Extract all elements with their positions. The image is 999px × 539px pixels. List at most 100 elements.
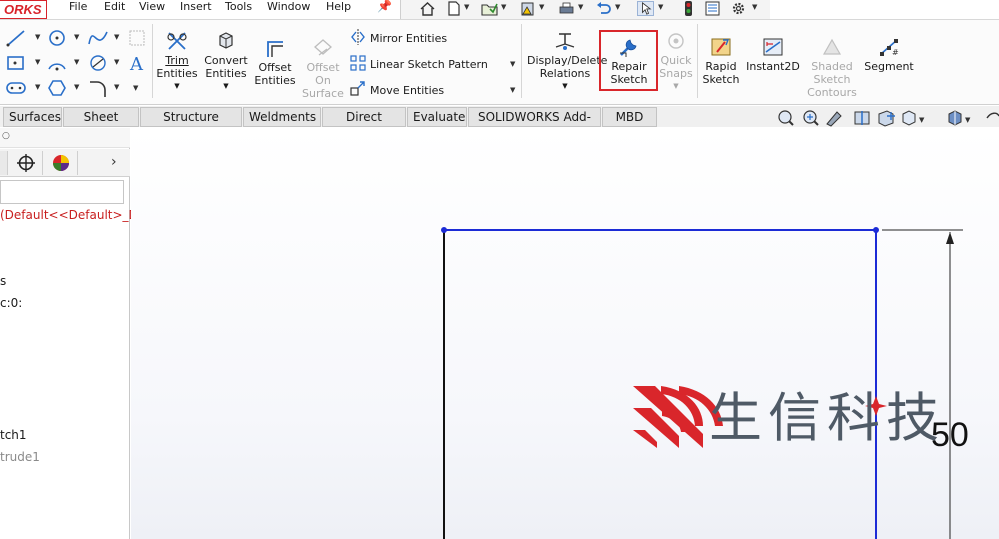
- instant2d-button[interactable]: Instant2D: [746, 36, 800, 73]
- tree-item-c0[interactable]: c:0:: [0, 296, 22, 310]
- chevron-down-icon[interactable]: ▼: [35, 33, 40, 41]
- chevron-down-icon[interactable]: ▼: [919, 116, 925, 124]
- solidworks-logo[interactable]: ORKS: [0, 0, 47, 19]
- sketch-fillet-icon[interactable]: [87, 78, 109, 98]
- zoom-to-area-icon[interactable]: [803, 110, 819, 126]
- slot-icon[interactable]: [5, 78, 27, 98]
- tab-surfaces[interactable]: Surfaces: [3, 107, 62, 127]
- mirror-entities-button[interactable]: Mirror Entities: [350, 29, 447, 47]
- tab-display-manager[interactable]: [44, 151, 78, 175]
- dynamic-annotation-icon[interactable]: [878, 110, 895, 127]
- tree-item-extrude[interactable]: trude1: [0, 450, 40, 464]
- hide-show-items-icon[interactable]: [986, 112, 999, 119]
- line-icon[interactable]: [5, 28, 27, 48]
- linear-sketch-pattern-button[interactable]: Linear Sketch Pattern: [350, 55, 488, 73]
- new-document-icon[interactable]: [445, 1, 462, 16]
- chevron-down-icon[interactable]: ▼: [752, 3, 757, 11]
- trim-entities-button[interactable]: Trim Entities ▼: [156, 30, 198, 93]
- file-properties-icon[interactable]: [704, 1, 721, 16]
- chevron-down-icon[interactable]: ▼: [35, 83, 40, 91]
- move-entities-button[interactable]: Move Entities: [350, 81, 444, 99]
- chevron-down-icon[interactable]: ▼: [657, 80, 695, 93]
- tab-feature-tree[interactable]: [0, 151, 8, 175]
- chevron-down-icon[interactable]: ▼: [202, 80, 250, 93]
- menu-tools[interactable]: Tools: [225, 0, 252, 19]
- chevron-right-icon[interactable]: ›: [111, 154, 117, 170]
- offset-entities-button[interactable]: Offset Entities: [253, 37, 297, 87]
- segment-button[interactable]: # Segment: [862, 36, 916, 73]
- menu-edit[interactable]: Edit: [104, 0, 125, 19]
- tab-structure-system[interactable]: Structure System: [140, 107, 242, 142]
- chevron-down-icon[interactable]: ▼: [510, 86, 515, 94]
- quick-snaps-button[interactable]: Quick Snaps ▼: [657, 30, 695, 93]
- tab-weldments[interactable]: Weldments: [243, 107, 321, 127]
- undo-icon[interactable]: [595, 1, 612, 16]
- sketch-endpoint[interactable]: [873, 227, 879, 233]
- save-warning-icon[interactable]: [519, 1, 536, 16]
- tree-filter-input[interactable]: [0, 180, 124, 204]
- home-icon[interactable]: [419, 1, 436, 16]
- chevron-down-icon[interactable]: ▼: [74, 83, 79, 91]
- dimension-value[interactable]: 50: [931, 416, 969, 454]
- select-cursor-icon[interactable]: [637, 1, 654, 16]
- spline-icon[interactable]: [87, 28, 109, 48]
- menu-window[interactable]: Window: [267, 0, 310, 19]
- tree-configuration-label[interactable]: (Default<<Default>_D: [0, 208, 138, 222]
- sketch-point-icon[interactable]: [87, 53, 109, 73]
- menu-help[interactable]: Help: [326, 0, 351, 19]
- polygon-icon[interactable]: [46, 78, 68, 98]
- menu-file[interactable]: File: [69, 0, 87, 19]
- menu-insert[interactable]: Insert: [180, 0, 212, 19]
- pin-icon[interactable]: ○: [2, 131, 10, 141]
- chevron-down-icon[interactable]: ▼: [156, 80, 198, 93]
- chevron-down-icon[interactable]: ▼: [527, 80, 603, 93]
- chevron-down-icon[interactable]: ▼: [510, 60, 515, 68]
- chevron-down-icon[interactable]: ▼: [114, 58, 119, 66]
- tab-evaluate[interactable]: Evaluate: [407, 107, 467, 127]
- rebuild-traffic-light-icon[interactable]: [680, 1, 697, 16]
- chevron-down-icon[interactable]: ▼: [578, 3, 583, 11]
- chevron-down-icon[interactable]: ▼: [114, 83, 119, 91]
- view-orientation-icon[interactable]: [902, 110, 916, 126]
- chevron-down-icon[interactable]: ▼: [539, 3, 544, 11]
- tree-item-s[interactable]: s: [0, 274, 6, 288]
- graphics-area[interactable]: 生信科技 50: [131, 128, 999, 539]
- rapid-sketch-button[interactable]: Rapid Sketch: [700, 36, 742, 86]
- zoom-to-fit-icon[interactable]: [778, 110, 794, 126]
- chevron-down-icon[interactable]: ▼: [615, 3, 620, 11]
- tab-sheet-metal[interactable]: Sheet Metal: [63, 107, 139, 142]
- rectangle-icon[interactable]: [5, 53, 27, 73]
- convert-entities-button[interactable]: Convert Entities ▼: [202, 30, 250, 93]
- pin-icon[interactable]: 📌: [377, 0, 392, 12]
- chevron-down-icon[interactable]: ▼: [501, 3, 506, 11]
- previous-view-icon[interactable]: [826, 111, 842, 127]
- circle-icon[interactable]: [46, 28, 68, 48]
- offset-on-surface-button[interactable]: Offset On Surface: [302, 37, 344, 100]
- display-style-icon[interactable]: [948, 110, 962, 126]
- open-folder-icon[interactable]: [481, 1, 498, 16]
- tab-solidworks-add-ins[interactable]: SOLIDWORKS Add-Ins: [468, 107, 601, 142]
- tab-direct-editing[interactable]: Direct Editing: [322, 107, 406, 142]
- shaded-label-1: Shaded: [811, 60, 853, 73]
- section-view-icon[interactable]: [854, 111, 870, 125]
- shaded-label-3: Contours: [807, 86, 857, 99]
- shaded-sketch-contours-button[interactable]: Shaded Sketch Contours: [805, 36, 859, 99]
- chevron-down-icon[interactable]: ▼: [133, 84, 138, 92]
- chevron-down-icon[interactable]: ▼: [35, 58, 40, 66]
- arc-icon[interactable]: [46, 53, 68, 73]
- chevron-down-icon[interactable]: ▼: [74, 33, 79, 41]
- tree-item-sketch[interactable]: tch1: [0, 428, 27, 442]
- chevron-down-icon[interactable]: ▼: [114, 33, 119, 41]
- gear-icon[interactable]: [730, 1, 747, 16]
- chevron-down-icon[interactable]: ▼: [74, 58, 79, 66]
- chevron-down-icon[interactable]: ▼: [965, 116, 971, 124]
- print-icon[interactable]: [558, 1, 575, 16]
- display-delete-relations-button[interactable]: Display/Delete Relations ▼: [527, 30, 607, 93]
- tab-mbd[interactable]: MBD: [602, 107, 657, 127]
- text-icon[interactable]: A: [126, 53, 148, 73]
- tab-configuration-manager[interactable]: [9, 151, 43, 175]
- chevron-down-icon[interactable]: ▼: [658, 3, 663, 11]
- chevron-down-icon[interactable]: ▼: [464, 3, 469, 11]
- menu-view[interactable]: View: [139, 0, 165, 19]
- sketch-endpoint[interactable]: [441, 227, 447, 233]
